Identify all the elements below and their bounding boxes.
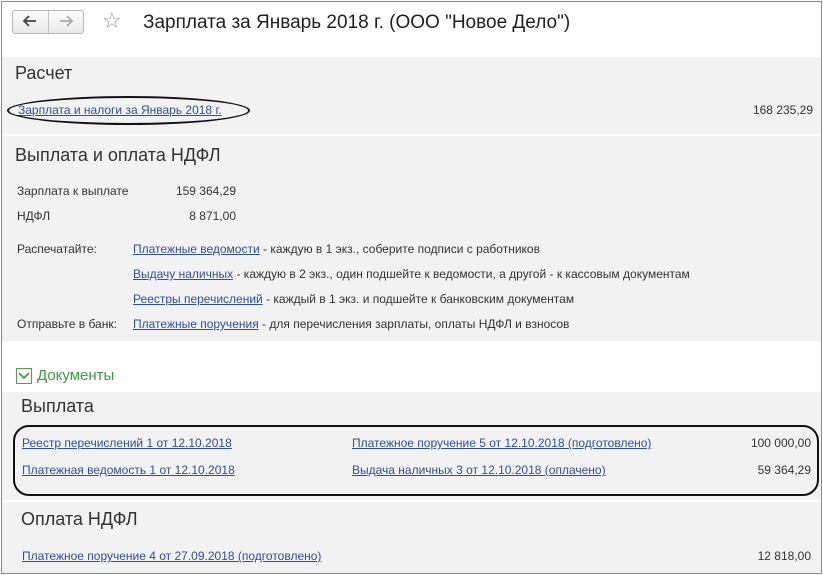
highlight-rounded-box xyxy=(13,425,819,496)
calc-amount: 168 235,29 xyxy=(752,103,813,117)
print-item-desc: - каждую в 1 экз., соберите подписи с ра… xyxy=(259,242,540,256)
arrow-left-icon xyxy=(23,14,37,31)
payout-header: Выплата и оплата НДФЛ xyxy=(15,145,221,165)
print-label: Распечатайте: xyxy=(17,242,97,256)
favorite-star-icon[interactable]: ☆ xyxy=(102,8,122,34)
ndfl-label: НДФЛ xyxy=(17,209,51,223)
print-item: Выдачу наличных - каждую в 2 экз., один … xyxy=(133,267,690,281)
window-title: Зарплата за Январь 2018 г. (ООО "Новое Д… xyxy=(143,12,571,33)
ndfl-value: 8 871,00 xyxy=(189,209,236,223)
ndfl-payment-header: Оплата НДФЛ xyxy=(21,509,138,529)
salary-label: Зарплата к выплате xyxy=(17,184,129,198)
transfer-registers-link[interactable]: Реестры перечислений xyxy=(133,292,263,306)
salary-value: 159 364,29 xyxy=(175,184,236,198)
chevron-down-icon xyxy=(18,372,30,380)
forward-button[interactable] xyxy=(47,11,83,33)
payment-header: Выплата xyxy=(21,396,94,416)
documents-toggle-label[interactable]: Документы xyxy=(37,367,114,384)
title-bar: ☆ Зарплата за Январь 2018 г. (ООО "Новое… xyxy=(2,2,821,42)
bank-item: Платежные поручения - для перечисления з… xyxy=(133,317,569,331)
print-item-desc: - каждую в 2 экз., один подшейте к ведом… xyxy=(233,267,690,281)
payout-section xyxy=(2,136,821,341)
highlight-ellipse xyxy=(7,96,250,125)
back-button[interactable] xyxy=(13,11,48,33)
ndfl-amount: 12 818,00 xyxy=(757,549,811,563)
arrow-right-icon xyxy=(59,14,74,31)
calc-header: Расчет xyxy=(15,63,73,83)
print-item: Реестры перечислений - каждый в 1 экз. и… xyxy=(133,292,574,306)
bank-label: Отправьте в банк: xyxy=(17,317,117,331)
documents-toggle[interactable] xyxy=(16,368,32,384)
print-item-desc: - каждый в 1 экз. и подшейте к банковски… xyxy=(262,292,575,306)
print-item: Платежные ведомости - каждую в 1 экз., с… xyxy=(133,242,540,256)
ndfl-doc-link[interactable]: Платежное поручение 4 от 27.09.2018 (под… xyxy=(22,549,321,563)
payment-sheets-link[interactable]: Платежные ведомости xyxy=(133,242,260,256)
payment-orders-link[interactable]: Платежные поручения xyxy=(133,317,259,331)
navigation-buttons xyxy=(12,10,84,34)
document-window: ☆ Зарплата за Январь 2018 г. (ООО "Новое… xyxy=(1,1,822,574)
bank-item-desc: - для перечисления зарплаты, оплаты НДФЛ… xyxy=(258,317,570,331)
cash-issue-link[interactable]: Выдачу наличных xyxy=(133,267,233,281)
